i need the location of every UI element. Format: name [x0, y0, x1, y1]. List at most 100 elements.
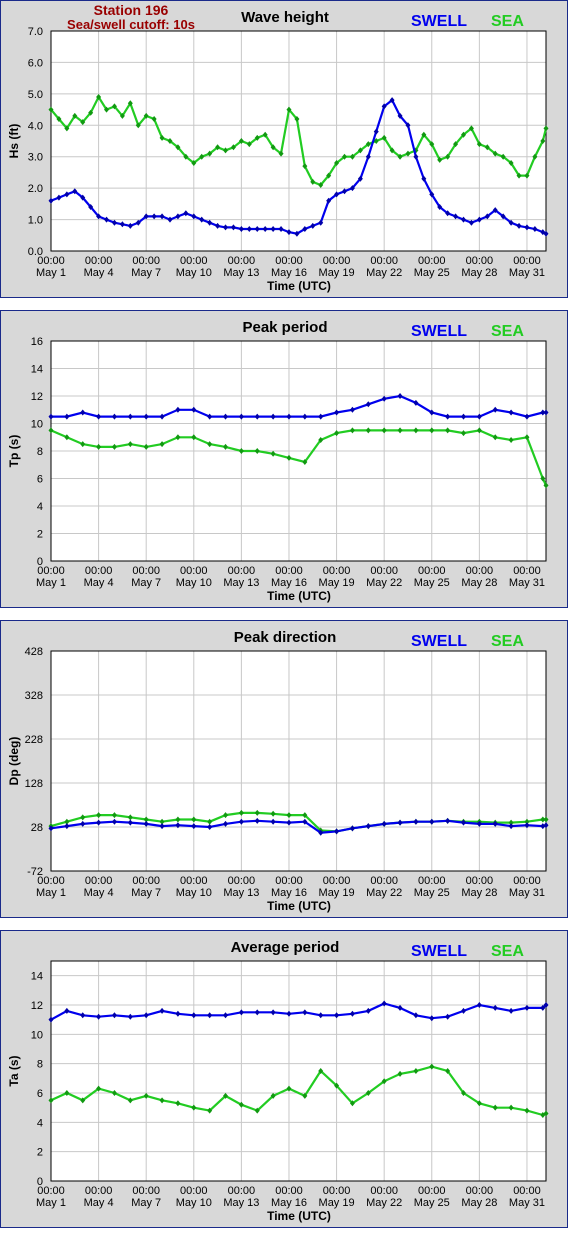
chart-title: Peak period	[242, 319, 327, 336]
chart-title: Average period	[231, 939, 340, 956]
x-tick-time: 00:00	[275, 565, 303, 577]
y-tick-label: 14	[31, 364, 43, 376]
legend-sea: SEA	[491, 633, 524, 650]
y-axis-label: Dp (deg)	[7, 737, 21, 786]
x-tick-label: May 13	[223, 1197, 259, 1209]
x-tick-time: 00:00	[275, 875, 303, 887]
chart-svg-2: -722812822832842800:00May 100:00May 400:…	[7, 629, 549, 913]
x-tick-time: 00:00	[370, 255, 398, 267]
x-tick-label: May 19	[319, 887, 355, 899]
legend-swell: SWELL	[411, 323, 467, 340]
x-tick-time: 00:00	[513, 875, 541, 887]
y-axis-label: Ta (s)	[7, 1055, 21, 1086]
x-tick-label: May 28	[461, 887, 497, 899]
x-tick-label: May 31	[509, 267, 545, 279]
y-tick-label: 1.0	[28, 215, 43, 227]
x-tick-label: May 16	[271, 1197, 307, 1209]
plot-area	[50, 30, 547, 252]
x-tick-time: 00:00	[513, 255, 541, 267]
x-tick-label: May 7	[131, 887, 161, 899]
x-tick-label: May 19	[319, 1197, 355, 1209]
x-tick-label: May 10	[176, 577, 212, 589]
y-tick-label: 12	[31, 391, 43, 403]
plot-area	[50, 650, 547, 872]
y-tick-label: 228	[25, 734, 43, 746]
x-tick-time: 00:00	[418, 565, 446, 577]
y-tick-label: 12	[31, 1000, 43, 1012]
x-tick-time: 00:00	[85, 1185, 113, 1197]
x-tick-label: May 22	[366, 887, 402, 899]
x-tick-label: May 7	[131, 1197, 161, 1209]
x-tick-time: 00:00	[466, 1185, 494, 1197]
x-tick-time: 00:00	[466, 255, 494, 267]
x-tick-time: 00:00	[466, 875, 494, 887]
x-tick-label: May 1	[36, 887, 66, 899]
plot-area	[50, 960, 547, 1182]
chart-wave-height: 0.0 1.0 2.0 3.0 4.0 5.0 6.0 7.0 00:00 May 1 00:00 M…	[0, 0, 568, 298]
x-tick-label: May 28	[461, 1197, 497, 1209]
x-tick-label: May 10	[176, 1197, 212, 1209]
cutoff-label: Sea/swell cutoff: 10s	[67, 17, 195, 32]
chart-svg-1: 024681012141600:00May 100:00May 400:00Ma…	[7, 319, 549, 603]
x-tick-time: 00:00	[180, 565, 208, 577]
x-tick-time: 00:00	[466, 565, 494, 577]
x-tick-label: May 28	[461, 267, 497, 279]
x-tick-label: May 31	[509, 577, 545, 589]
x-tick-time: 00:00	[132, 1185, 160, 1197]
y-axis-label: Hs (ft)	[7, 124, 21, 159]
x-tick-time: 00:00	[323, 565, 351, 577]
x-tick-time: 00:00	[370, 875, 398, 887]
y-tick-label: 10	[31, 1029, 43, 1041]
y-tick-label: 28	[31, 822, 43, 834]
x-tick-time: 00:00	[180, 875, 208, 887]
y-tick-label: 2	[37, 1147, 43, 1159]
x-tick-time: 00:00	[370, 565, 398, 577]
x-tick-time: 00:00	[370, 1185, 398, 1197]
x-tick-label: May 22	[366, 1197, 402, 1209]
x-tick-time: 00:00	[228, 255, 256, 267]
x-tick-label: May 1	[36, 267, 66, 279]
x-tick-time: 00:00	[228, 1185, 256, 1197]
x-tick-time: 00:00	[37, 255, 65, 267]
chart-peak-direction: -72 28 128 228 328 428 00:00 May 1 00:00 May 4 00:…	[0, 620, 568, 918]
x-tick-time: 00:00	[323, 875, 351, 887]
x-tick-label: May 10	[176, 267, 212, 279]
x-tick-label: May 4	[84, 577, 114, 589]
chart-average-period: 0 2 4 6 8 10 12 14 00:00 May 1 00:00 May 4 00:00 May …	[0, 930, 568, 1228]
x-tick-label: May 25	[414, 577, 450, 589]
x-tick-label: May 16	[271, 887, 307, 899]
y-tick-label: 6	[37, 474, 43, 486]
y-tick-label: 328	[25, 690, 43, 702]
x-axis-label: Time (UTC)	[267, 1209, 331, 1223]
y-tick-label: 7.0	[28, 26, 43, 38]
y-tick-label: 4.0	[28, 120, 43, 132]
x-tick-label: May 25	[414, 267, 450, 279]
y-tick-label: 6.0	[28, 57, 43, 69]
x-tick-time: 00:00	[275, 1185, 303, 1197]
x-tick-label: May 7	[131, 267, 161, 279]
y-tick-label: 2.0	[28, 183, 43, 195]
y-tick-label: 2	[37, 529, 43, 541]
x-tick-label: May 31	[509, 887, 545, 899]
x-tick-time: 00:00	[323, 255, 351, 267]
x-tick-label: May 16	[271, 577, 307, 589]
legend-sea: SEA	[491, 943, 524, 960]
x-tick-time: 00:00	[228, 875, 256, 887]
x-tick-time: 00:00	[323, 1185, 351, 1197]
x-tick-time: 00:00	[85, 565, 113, 577]
x-tick-label: May 19	[319, 577, 355, 589]
x-axis-label: Time (UTC)	[267, 589, 331, 603]
y-tick-label: 14	[31, 971, 43, 983]
y-tick-label: 3.0	[28, 152, 43, 164]
x-tick-label: May 25	[414, 887, 450, 899]
x-tick-label: May 13	[223, 267, 259, 279]
x-tick-time: 00:00	[180, 255, 208, 267]
x-tick-time: 00:00	[85, 255, 113, 267]
x-tick-label: May 7	[131, 577, 161, 589]
legend-swell: SWELL	[411, 633, 467, 650]
chart-peak-period: 0 2 4 6 8 10 12 14 16 00:00 May 1 00:00 May 4 00:00 Ma…	[0, 310, 568, 608]
chart-title: Peak direction	[234, 629, 337, 646]
x-tick-label: May 13	[223, 577, 259, 589]
y-tick-label: 6	[37, 1088, 43, 1100]
x-tick-label: May 4	[84, 267, 114, 279]
